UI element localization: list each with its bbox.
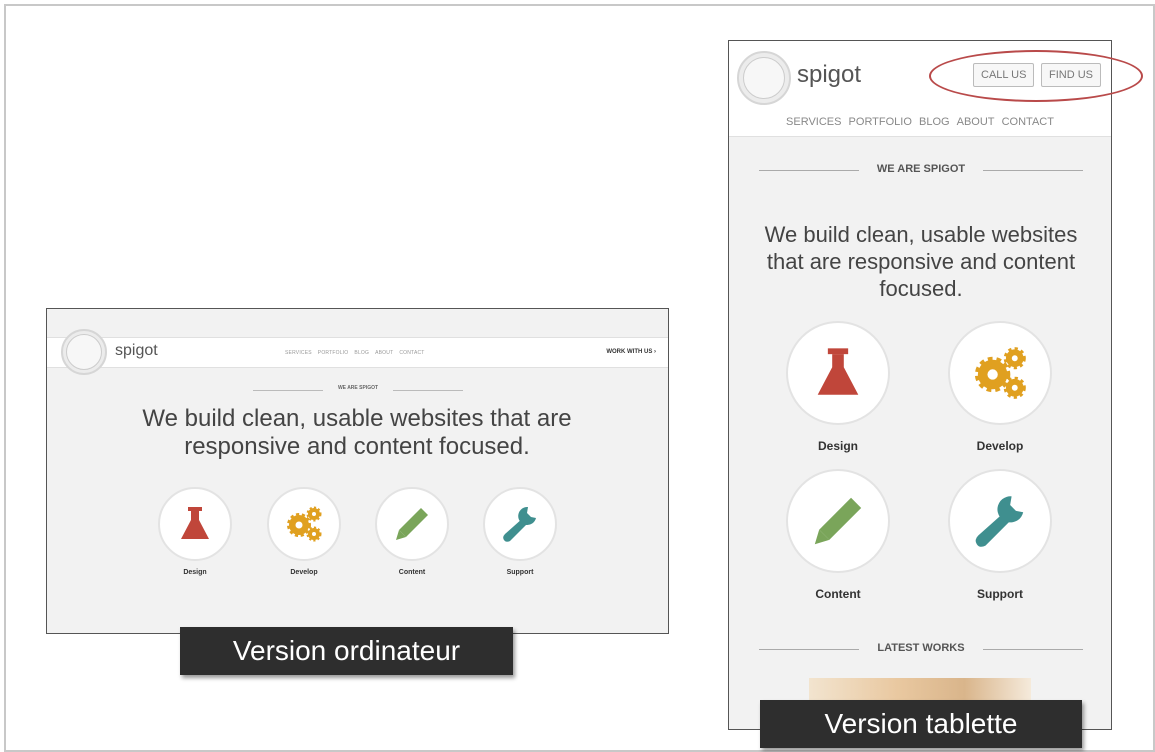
desktop-service-label: Support	[506, 569, 534, 576]
tablet-service-support[interactable]: Support	[948, 469, 1052, 601]
tablet-mockup: spigot CALL US FIND US SERVICES PORTFOLI…	[728, 40, 1112, 730]
desktop-nav: SERVICES PORTFOLIO BLOG ABOUT CONTACT	[285, 350, 425, 356]
desktop-nav-blog[interactable]: BLOG	[354, 350, 369, 356]
desktop-hero-text: We build clean, usable websites that are…	[142, 405, 572, 460]
spigot-logo-icon[interactable]	[737, 51, 791, 105]
desktop-service-label: Develop	[290, 569, 318, 576]
tablet-caption: Version tablette	[760, 700, 1082, 748]
flask-icon	[817, 348, 859, 395]
desktop-caption: Version ordinateur	[180, 627, 513, 675]
desktop-mockup: spigot SERVICES PORTFOLIO BLOG ABOUT CON…	[46, 308, 669, 634]
desktop-section-heading: WE ARE SPIGOT	[253, 385, 463, 395]
tablet-nav-contact[interactable]: CONTACT	[1002, 116, 1054, 128]
spigot-logo-icon[interactable]	[61, 329, 107, 375]
desktop-service-develop[interactable]: Develop	[267, 487, 341, 576]
flask-icon	[181, 507, 209, 539]
tablet-service-label: Support	[977, 587, 1023, 601]
desktop-nav-about[interactable]: ABOUT	[375, 350, 393, 356]
desktop-nav-portfolio[interactable]: PORTFOLIO	[318, 350, 349, 356]
tablet-hero-text: We build clean, usable websites that are…	[764, 222, 1078, 301]
tablet-nav-services[interactable]: SERVICES	[786, 116, 841, 128]
highlight-ellipse	[929, 50, 1143, 102]
wrench-icon	[975, 496, 1024, 547]
desktop-brand-name[interactable]: spigot	[115, 342, 158, 360]
tablet-service-content[interactable]: Content	[786, 469, 890, 601]
pencil-icon	[814, 497, 862, 545]
desktop-service-support[interactable]: Support	[483, 487, 557, 576]
tablet-service-label: Content	[815, 587, 861, 601]
tablet-brand-name[interactable]: spigot	[797, 61, 861, 89]
tablet-service-label: Design	[817, 439, 858, 453]
desktop-service-label: Content	[398, 569, 426, 576]
pencil-icon	[396, 508, 428, 540]
tablet-service-develop[interactable]: Develop	[948, 321, 1052, 453]
desktop-nav-contact[interactable]: CONTACT	[399, 350, 424, 356]
desktop-nav-services[interactable]: SERVICES	[285, 350, 312, 356]
desktop-service-design[interactable]: Design	[158, 487, 232, 576]
desktop-section-title: WE ARE SPIGOT	[337, 385, 379, 391]
tablet-service-design[interactable]: Design	[786, 321, 890, 453]
wrench-icon	[503, 506, 536, 542]
work-with-us-link[interactable]: WORK WITH US ›	[606, 349, 656, 355]
tablet-section-heading: WE ARE SPIGOT	[759, 163, 1083, 177]
gears-icon	[974, 347, 1026, 399]
tablet-section-title: WE ARE SPIGOT	[876, 163, 966, 175]
latest-works-heading: LATEST WORKS	[759, 642, 1083, 656]
latest-works-title: LATEST WORKS	[877, 642, 965, 654]
desktop-service-label: Design	[183, 569, 207, 576]
tablet-service-label: Develop	[976, 439, 1024, 453]
tablet-nav-about[interactable]: ABOUT	[957, 116, 995, 128]
tablet-nav-blog[interactable]: BLOG	[919, 116, 950, 128]
gears-icon	[287, 506, 322, 542]
tablet-nav-portfolio[interactable]: PORTFOLIO	[849, 116, 912, 128]
desktop-service-content[interactable]: Content	[375, 487, 449, 576]
tablet-nav: SERVICES PORTFOLIO BLOG ABOUT CONTACT	[729, 116, 1111, 128]
